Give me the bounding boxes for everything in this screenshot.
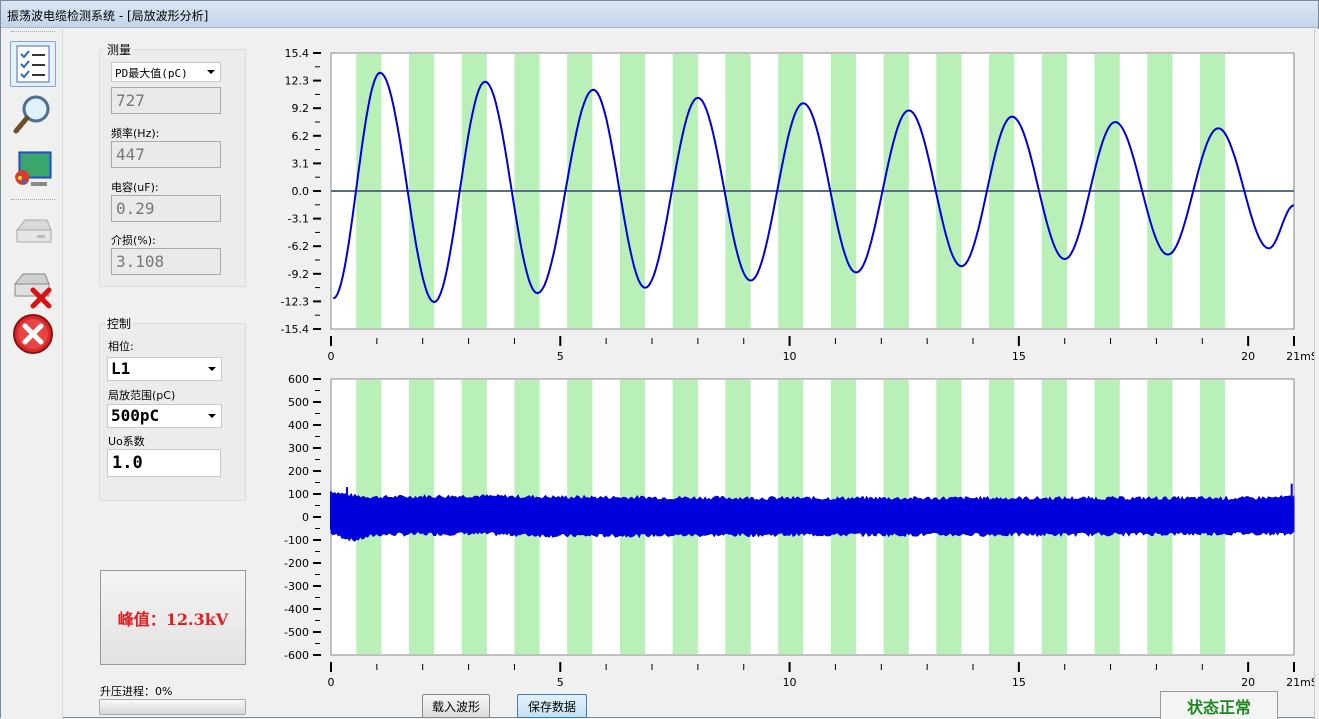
- y-tick-label: -400: [284, 603, 309, 616]
- y-tick-label: 600: [288, 373, 309, 386]
- pd-mode-select[interactable]: PD最大值(pC): [111, 62, 221, 82]
- x-tick-label: 10: [783, 676, 797, 689]
- phase-select[interactable]: L1: [107, 357, 222, 381]
- close-red-icon[interactable]: [10, 311, 56, 357]
- control-group-label: 控制: [105, 315, 134, 332]
- loss-value-field: 3.108: [111, 248, 221, 275]
- y-tick-label: 0.0: [292, 185, 310, 198]
- progress-bar: [99, 699, 246, 715]
- range-value: 500pC: [111, 406, 160, 425]
- x-tick-label: 15: [1012, 350, 1026, 363]
- cap-value-field: 0.29: [111, 195, 221, 222]
- y-tick-label: 500: [288, 396, 309, 409]
- y-tick-label: -3.1: [288, 213, 309, 226]
- window-title: 振荡波电缆检测系统 - [局放波形分析]: [7, 9, 209, 23]
- y-tick-label: -9.2: [288, 268, 309, 281]
- x-tick-label: 5: [557, 350, 564, 363]
- x-tick-label: 10: [783, 350, 797, 363]
- pd-mode-value: PD最大值(pC): [115, 67, 188, 80]
- checklist-icon[interactable]: [10, 41, 56, 87]
- drive-delete-icon[interactable]: [10, 265, 56, 311]
- x-tick-label: 5: [557, 676, 564, 689]
- y-tick-label: -500: [284, 626, 309, 639]
- toolbar-separator: [11, 199, 55, 200]
- magnifier-icon[interactable]: [10, 91, 56, 137]
- y-tick-label: -6.2: [288, 240, 309, 253]
- y-tick-label: 9.2: [292, 102, 310, 115]
- range-label: 局放范围(pC): [108, 389, 176, 402]
- phase-value: L1: [111, 359, 131, 378]
- x-tick-label: 20: [1241, 350, 1255, 363]
- load-waveform-button[interactable]: 载入波形: [422, 694, 490, 718]
- loss-label: 介损(%):: [111, 234, 156, 247]
- status-indicator: 状态正常: [1160, 691, 1278, 719]
- y-tick-label: -300: [284, 580, 309, 593]
- y-tick-label: -12.3: [281, 295, 309, 308]
- pd-value-field: 727: [111, 87, 221, 114]
- y-tick-label: -15.4: [281, 323, 309, 336]
- x-tick-label: 20: [1241, 676, 1255, 689]
- peak-display: 峰值：12.3kV: [100, 570, 246, 665]
- voltage-chart: 15.4 12.3 9.2 6.2 3.1 0.0 -3.1 -6.2 -9.2 -12.3 -15…: [281, 47, 1315, 363]
- app-window: 振荡波电缆检测系统 - [局放波形分析] 测量 PD最大值(pC) 727 频率…: [0, 0, 1319, 719]
- measure-group-label: 测量: [105, 41, 134, 58]
- drive-disabled-icon: [10, 209, 56, 255]
- y-tick-label: 100: [288, 488, 309, 501]
- chevron-down-icon: [208, 367, 216, 371]
- y-tick-label: -200: [284, 557, 309, 570]
- x-tick-label: 0: [328, 676, 335, 689]
- chevron-down-icon: [207, 70, 215, 74]
- peak-text: 峰值：12.3kV: [117, 609, 229, 629]
- y-tick-label: 200: [288, 465, 309, 478]
- window-right-edge: [1314, 29, 1319, 719]
- y-tick-label: 6.2: [292, 130, 310, 143]
- left-toolbar: [1, 29, 63, 719]
- y-tick-label: 300: [288, 442, 309, 455]
- freq-label: 频率(Hz):: [111, 127, 160, 140]
- chevron-down-icon: [208, 414, 216, 418]
- x-tick-label: 0: [328, 350, 335, 363]
- title-bar: 振荡波电缆检测系统 - [局放波形分析]: [1, 1, 1318, 28]
- cap-label: 电容(uF):: [111, 181, 159, 194]
- range-select[interactable]: 500pC: [107, 404, 222, 428]
- y-tick-label: 400: [288, 419, 309, 432]
- y-tick-label: -600: [284, 649, 309, 662]
- y-tick-label: 0: [302, 511, 309, 524]
- x-unit-label: 21mS: [1286, 350, 1315, 363]
- toolbar-separator: [11, 31, 55, 32]
- progress-label: 升压进程：0%: [100, 685, 173, 698]
- y-tick-label: 15.4: [285, 47, 310, 60]
- x-unit-label: 21mS: [1286, 676, 1315, 689]
- pd-chart: 6005004003002001000-100-200-300-400-500-…: [284, 373, 1315, 689]
- phase-label: 相位:: [108, 340, 134, 353]
- x-tick-label: 15: [1012, 676, 1026, 689]
- save-data-button[interactable]: 保存数据: [517, 694, 587, 718]
- y-tick-label: 12.3: [285, 75, 310, 88]
- uo-input[interactable]: 1.0: [107, 449, 221, 477]
- y-tick-label: 3.1: [292, 157, 310, 170]
- uo-label: Uo系数: [108, 435, 145, 448]
- y-tick-label: -100: [284, 534, 309, 547]
- monitor-palette-icon[interactable]: [10, 147, 56, 193]
- freq-value-field: 447: [111, 141, 221, 168]
